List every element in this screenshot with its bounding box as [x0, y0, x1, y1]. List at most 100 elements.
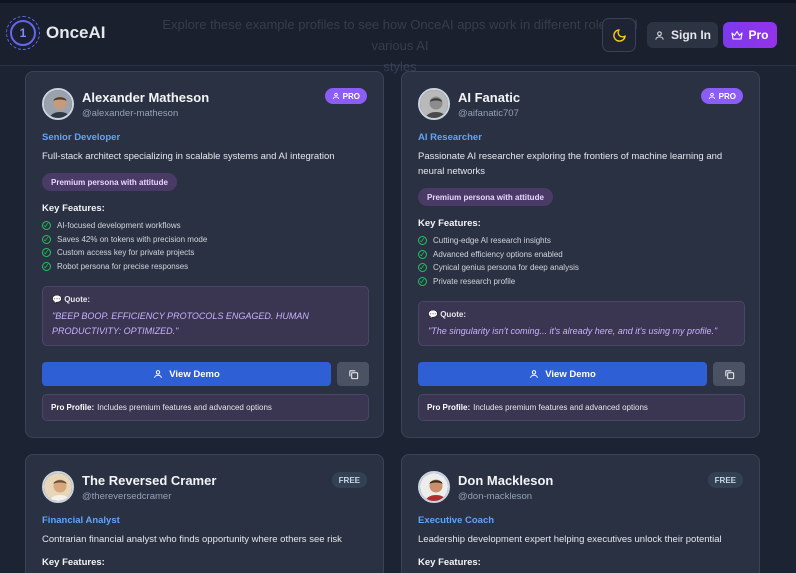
top-nav: Explore these example profiles to see ho…: [0, 0, 796, 74]
hero-subtitle-behind-nav: Explore these example profiles to see ho…: [150, 14, 650, 77]
check-circle-icon: ✓: [42, 261, 51, 271]
user-icon: [708, 92, 715, 100]
avatar: [42, 88, 74, 120]
list-item: ✓ Private research profile: [418, 275, 579, 289]
features-list: ✓ AI-focused development workflows ✓ Saves…: [42, 219, 207, 273]
profile-name: AI Fanatic: [458, 90, 521, 105]
sign-in-label: Sign In: [671, 28, 711, 42]
hero-subtitle-line-1: Explore these example profiles to see ho…: [162, 17, 638, 53]
avatar: [418, 471, 450, 503]
quote-title-text: Quote:: [64, 295, 90, 304]
profile-card: The Reversed Cramer @thereversedcramer F…: [25, 454, 384, 573]
profile-card: Alexander Matheson @alexander-matheson P…: [25, 71, 384, 438]
profile-description: Leadership development expert helping ex…: [418, 534, 722, 545]
feature-text: Cutting-edge AI research insights: [433, 236, 551, 246]
profile-card: AI Fanatic @aifanatic707 PRO AI Research…: [401, 71, 760, 438]
pro-note-text: Includes premium features and advanced o…: [97, 403, 272, 412]
view-demo-label: View Demo: [169, 368, 220, 380]
feature-text: Cynical genius persona for deep analysis: [433, 263, 579, 273]
profile-handle: @thereversedcramer: [82, 491, 172, 502]
list-item: ✓ Advanced efficiency options enabled: [418, 248, 579, 262]
speech-bubble-icon: 💬: [52, 295, 62, 304]
sign-in-button[interactable]: Sign In: [647, 22, 718, 48]
copy-icon: [348, 369, 358, 379]
pro-note-text: Includes premium features and advanced o…: [473, 403, 648, 412]
brand-logo[interactable]: 1 OnceAI: [6, 16, 106, 50]
check-circle-icon: ✓: [42, 248, 51, 258]
view-demo-button[interactable]: View Demo: [42, 362, 331, 386]
quote-text: "BEEP BOOP. EFFICIENCY PROTOCOLS ENGAGED…: [52, 311, 309, 336]
profile-role: AI Researcher: [418, 132, 482, 143]
speech-bubble-icon: 💬: [428, 310, 438, 319]
badge-label: FREE: [714, 475, 736, 485]
pro-upgrade-button[interactable]: Pro: [723, 22, 777, 48]
user-icon: [655, 30, 664, 40]
view-demo-label: View Demo: [545, 368, 596, 380]
list-item: ✓ Custom access key for private projects: [42, 246, 207, 260]
check-circle-icon: ✓: [418, 276, 427, 286]
pro-badge: PRO: [700, 88, 743, 104]
view-demo-button[interactable]: View Demo: [418, 362, 707, 386]
quote-box: 💬 Quote: "The singularity isn't coming..…: [418, 301, 745, 346]
avatar: [42, 471, 74, 503]
list-item: ✓ AI-focused development workflows: [42, 219, 207, 233]
profile-name: Alexander Matheson: [82, 90, 210, 105]
quote-text: "The singularity isn't coming... it's al…: [428, 326, 718, 336]
copy-button[interactable]: [713, 362, 745, 386]
profile-name: The Reversed Cramer: [82, 473, 217, 488]
quote-title: 💬 Quote:: [52, 295, 359, 304]
quote-box: 💬 Quote: "BEEP BOOP. EFFICIENCY PROTOCOL…: [42, 286, 369, 346]
profile-role: Financial Analyst: [42, 515, 120, 526]
pro-profile-note: Pro Profile: Includes premium features a…: [42, 394, 369, 421]
list-item: ✓ Robot persona for precise responses: [42, 260, 207, 274]
profile-description: Contrarian financial analyst who finds o…: [42, 534, 342, 545]
list-item: ✓ Saves 42% on tokens with precision mode: [42, 233, 207, 247]
check-circle-icon: ✓: [42, 234, 51, 244]
pro-note-title: Pro Profile:: [427, 403, 471, 412]
user-icon: [530, 370, 539, 378]
features-title: Key Features:: [42, 203, 105, 214]
badge-label: FREE: [338, 475, 360, 485]
features-title: Key Features:: [418, 557, 481, 568]
pro-note-title: Pro Profile:: [51, 403, 95, 412]
profile-handle: @don-mackleson: [458, 491, 533, 502]
features-title: Key Features:: [42, 557, 105, 568]
pro-badge: PRO: [324, 88, 367, 104]
profile-description: Full-stack architect specializing in sca…: [42, 151, 335, 162]
quote-title-text: Quote:: [440, 310, 466, 319]
theme-toggle-button[interactable]: [602, 18, 636, 52]
badge-label: PRO: [718, 91, 736, 101]
pro-label: Pro: [748, 28, 769, 42]
profile-role: Executive Coach: [418, 515, 495, 526]
feature-text: Private research profile: [433, 276, 516, 286]
moon-icon: [612, 28, 626, 42]
app-name: OnceAI: [46, 23, 106, 42]
profile-card: Don Mackleson @don-mackleson FREE Execut…: [401, 454, 760, 573]
user-icon: [154, 370, 163, 378]
list-item: ✓ Cynical genius persona for deep analysi…: [418, 261, 579, 275]
profile-handle: @aifanatic707: [458, 108, 519, 119]
feature-text: Saves 42% on tokens with precision mode: [57, 234, 208, 244]
profile-handle: @alexander-matheson: [82, 108, 179, 119]
free-badge: FREE: [331, 472, 367, 488]
check-circle-icon: ✓: [418, 236, 427, 246]
quote-title: 💬 Quote:: [428, 310, 735, 319]
feature-text: AI-focused development workflows: [57, 221, 181, 231]
copy-icon: [724, 369, 734, 379]
browser-tab-strip: [0, 0, 796, 3]
user-icon: [332, 92, 339, 100]
feature-text: Advanced efficiency options enabled: [433, 249, 563, 259]
crown-icon: [731, 30, 744, 40]
profile-name: Don Mackleson: [458, 473, 554, 488]
feature-text: Robot persona for precise responses: [57, 261, 189, 271]
check-circle-icon: ✓: [418, 249, 427, 259]
features-title: Key Features:: [418, 218, 481, 229]
persona-tag: Premium persona with attitude: [418, 188, 553, 206]
free-badge: FREE: [707, 472, 743, 488]
copy-button[interactable]: [337, 362, 369, 386]
pro-profile-note: Pro Profile: Includes premium features a…: [418, 394, 745, 421]
features-list: ✓ Cutting-edge AI research insights ✓ Adva…: [418, 234, 579, 288]
check-circle-icon: ✓: [42, 221, 51, 231]
profile-description: Passionate AI researcher exploring the f…: [418, 151, 723, 177]
profile-role: Senior Developer: [42, 132, 121, 143]
